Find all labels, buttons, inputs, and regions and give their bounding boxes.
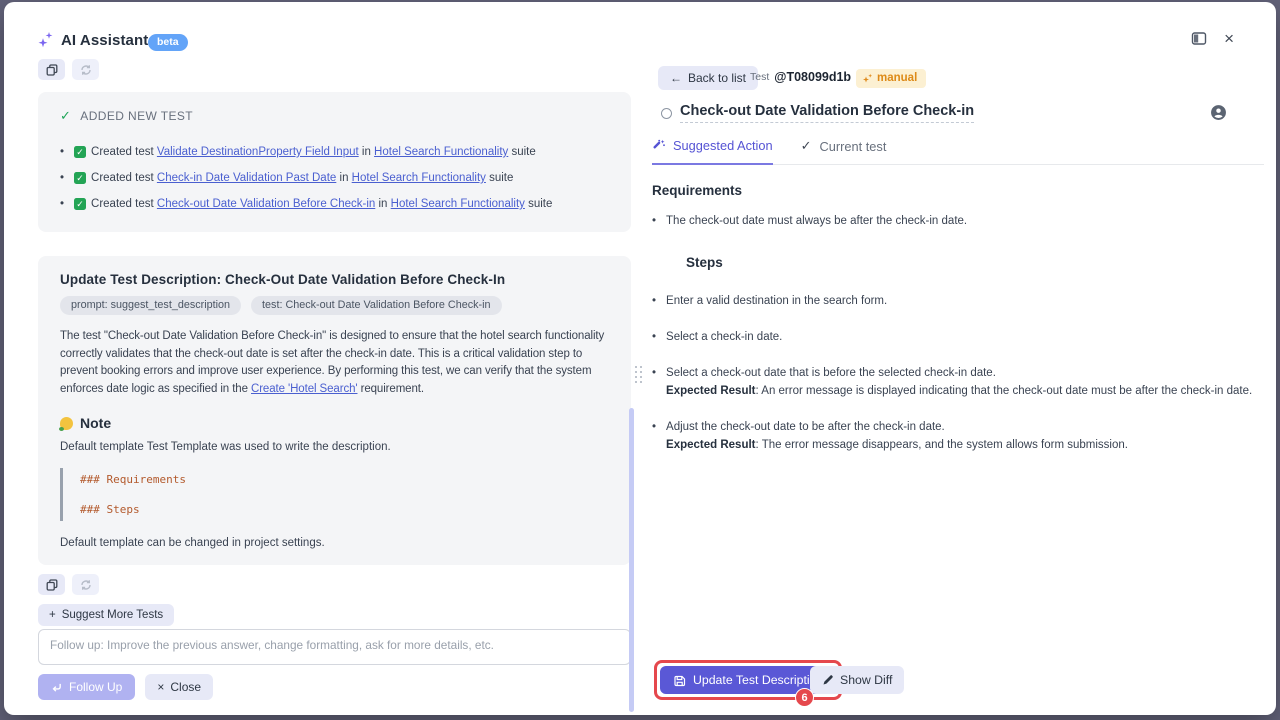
close-icon[interactable]: × [1224,30,1234,47]
test-link[interactable]: Check-out Date Validation Before Check-i… [157,198,375,210]
checkbox-emoji-icon: ✓ [74,172,86,184]
step-item: • Enter a valid destination in the searc… [652,293,1266,309]
code-line: ### Requirements [80,473,609,486]
follow-up-button[interactable]: Follow Up [38,674,135,700]
manual-status-badge: manual [856,69,926,88]
arrow-left-icon: ← [670,71,682,85]
steps-heading: Steps [686,255,1266,271]
test-title[interactable]: Check-out Date Validation Before Check-i… [680,103,974,123]
step-item: • Adjust the check-out date to be after … [652,419,1266,453]
panel-resize-handle[interactable] [635,366,642,383]
added-new-test-title: ADDED NEW TEST [80,109,193,123]
sparkle-icon [862,73,873,84]
suite-link[interactable]: Hotel Search Functionality [352,172,486,184]
suite-link[interactable]: Hotel Search Functionality [374,146,508,158]
tab-current-test[interactable]: ✓ Current test [801,138,887,164]
close-button[interactable]: × Close [145,674,213,700]
step-item: • Select a check-in date. [652,329,1266,345]
card-title: Update Test Description: Check-Out Date … [60,272,609,287]
copy-icon[interactable] [38,574,65,595]
list-item: • ✓ Created test Validate DestinationPro… [60,145,609,160]
update-description-card: Update Test Description: Check-Out Date … [38,256,631,565]
code-line: ### Steps [80,503,609,516]
description-paragraph: The test "Check-out Date Validation Befo… [60,328,609,398]
annotation-number-badge: 6 [795,688,814,707]
note-text: Default template Test Template was used … [60,441,609,453]
magic-wand-icon [652,139,665,152]
message-toolbar-bottom [38,574,99,595]
checkbox-emoji-icon: ✓ [74,146,86,158]
page-title: AI Assistant [61,32,148,49]
pencil-icon [822,674,834,686]
enter-icon [51,682,62,693]
regenerate-icon[interactable] [72,574,99,595]
test-badge: test: Check-out Date Validation Before C… [251,296,501,315]
chick-emoji-icon [60,417,73,430]
back-to-list-button[interactable]: ← Back to list [658,66,758,90]
created-tests-list: • ✓ Created test Validate DestinationPro… [60,145,609,212]
list-item: • ✓ Created test Check-in Date Validatio… [60,171,609,186]
test-label: Test [750,71,769,83]
check-icon: ✓ [801,138,812,154]
requirements-heading: Requirements [652,183,1266,199]
expected-result: Expected Result: The error message disap… [666,437,1266,453]
suggest-more-tests-button[interactable]: + Suggest More Tests [38,604,174,626]
added-new-test-card: ✓ ADDED NEW TEST • ✓ Created test Valida… [38,92,631,232]
list-item: • ✓ Created test Check-out Date Validati… [60,197,609,212]
prompt-badge: prompt: suggest_test_description [60,296,241,315]
show-diff-button[interactable]: Show Diff [810,666,904,694]
ai-assistant-modal: AI Assistant beta × ✓ ADDED NEW TEST • ✓… [4,2,1276,715]
test-status-circle[interactable] [661,108,672,119]
requirement-item: • The check-out date must always be afte… [652,213,1266,229]
step-item: • Select a check-out date that is before… [652,365,1266,399]
author-avatar-icon[interactable] [1210,104,1227,121]
detail-tabs: Suggested Action ✓ Current test [652,138,1264,165]
beta-badge: beta [148,34,188,51]
note-title: Note [80,415,111,431]
success-check-icon: ✓ [60,108,71,124]
regenerate-icon[interactable] [72,59,99,80]
save-icon [673,674,686,687]
test-id: @T08099d1b [774,70,851,84]
tab-suggested-action[interactable]: Suggested Action [652,138,773,165]
template-blockquote: ### Requirements ### Steps [60,468,609,521]
note-text: Default template can be changed in proje… [60,537,609,549]
expected-result: Expected Result: An error message is dis… [666,383,1266,399]
plus-icon: + [49,609,56,621]
split-panel-icon[interactable] [1191,31,1207,46]
test-link[interactable]: Check-in Date Validation Past Date [157,172,336,184]
x-icon: × [157,680,164,694]
test-link[interactable]: Validate DestinationProperty Field Input [157,146,359,158]
followup-input[interactable] [38,629,631,665]
left-panel-scrollbar[interactable] [629,408,634,712]
message-toolbar-top [38,59,99,80]
checkbox-emoji-icon: ✓ [74,198,86,210]
requirement-link[interactable]: Create 'Hotel Search' [251,383,357,395]
suite-link[interactable]: Hotel Search Functionality [391,198,525,210]
suggested-action-content: Requirements • The check-out date must a… [652,183,1266,473]
copy-icon[interactable] [38,59,65,80]
sparkles-icon [37,31,54,48]
